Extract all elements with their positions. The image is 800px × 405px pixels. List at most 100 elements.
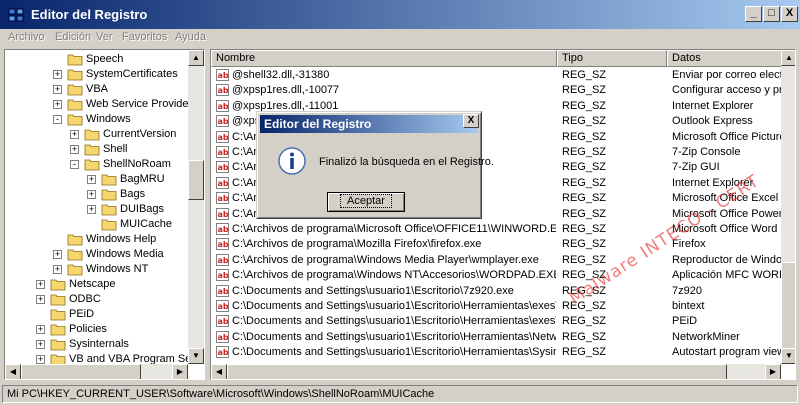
accept-button[interactable]: Aceptar [327, 192, 405, 212]
expand-icon[interactable]: + [53, 70, 62, 79]
scroll-left-arrow-icon[interactable]: ◀ [5, 364, 21, 379]
tree-item[interactable]: + Policies [5, 322, 188, 337]
title-bar[interactable]: Editor del Registro _ □ X [0, 0, 800, 29]
tree-item[interactable]: + DUIBags [5, 202, 188, 217]
value-row[interactable]: ab C:\Documents and Settings\usuario1\Esc… [211, 284, 783, 299]
minimize-button[interactable]: _ [745, 6, 762, 22]
tree-scroll-thumb[interactable] [188, 160, 204, 200]
tree-item-label: CurrentVersion [103, 128, 177, 140]
tree-item[interactable]: MUICache [5, 217, 188, 232]
expand-icon[interactable]: + [87, 190, 96, 199]
expand-icon[interactable]: + [36, 295, 45, 304]
folder-icon [50, 309, 66, 321]
expand-icon[interactable]: + [87, 175, 96, 184]
value-name: C:\Documents and Settings\usuario1\Escri… [232, 300, 556, 312]
expand-icon[interactable]: + [36, 280, 45, 289]
list-scroll-left-arrow-icon[interactable]: ◀ [211, 364, 227, 379]
tree-horizontal-scrollbar[interactable]: ◀ ▶ [5, 364, 188, 379]
tree-item[interactable]: + Shell [5, 142, 188, 157]
scroll-up-arrow-icon[interactable]: ▲ [188, 50, 204, 66]
status-bar-path: Mi PC\HKEY_CURRENT_USER\Software\Microso… [2, 385, 798, 403]
tree-item[interactable]: + Web Service Providers [5, 97, 198, 112]
tree-hscroll-thumb[interactable] [21, 364, 141, 379]
value-row[interactable]: ab C:\Archivos de programa\Mozilla Firefo… [211, 237, 783, 252]
value-data: 7-Zip GUI [672, 161, 720, 174]
value-name: C:\Archivos de programa\Mozilla Firefox\… [232, 238, 482, 251]
dialog-title-bar[interactable]: Editor del Registro [260, 115, 478, 133]
tree-item-label: Netscape [69, 278, 116, 290]
tree-item[interactable]: + Sysinternals [5, 337, 188, 352]
tree-item[interactable]: PEiD [5, 307, 188, 322]
string-value-icon: ab [216, 238, 229, 251]
tree-item[interactable]: + VBA [5, 82, 188, 97]
tree-item[interactable]: - ShellNoRoam [5, 157, 188, 172]
folder-icon [84, 129, 100, 141]
list-horizontal-scrollbar[interactable]: ◀ ▶ [211, 364, 781, 379]
list-scroll-down-arrow-icon[interactable]: ▼ [781, 348, 795, 364]
tree-item[interactable]: + Bags [5, 187, 188, 202]
scroll-down-arrow-icon[interactable]: ▼ [188, 348, 204, 364]
string-value-icon: ab [216, 315, 229, 328]
menu-favoritos[interactable]: Favoritos [122, 31, 167, 43]
tree-item[interactable]: + Windows NT [5, 262, 188, 277]
expand-icon[interactable]: + [53, 100, 62, 109]
column-header-datos[interactable]: Datos [667, 50, 783, 67]
list-scroll-right-arrow-icon[interactable]: ▶ [765, 364, 781, 379]
collapse-icon[interactable]: - [70, 160, 79, 169]
value-row[interactable]: ab C:\Archivos de programa\Windows Media … [211, 253, 784, 268]
value-row[interactable]: ab C:\Documents and Settings\usuario1\Esc… [211, 299, 783, 314]
menu-edicion[interactable]: Edición [55, 31, 91, 43]
menu-bar: Archivo Edición Ver Favoritos Ayuda [0, 29, 800, 47]
expand-icon[interactable]: + [36, 325, 45, 334]
tree-item[interactable]: Windows Help [5, 232, 188, 247]
menu-ayuda[interactable]: Ayuda [175, 31, 206, 43]
dialog-close-button[interactable]: X [463, 114, 479, 128]
value-name: C:\Archivos de programa\Microsoft Office… [232, 223, 556, 235]
tree-item[interactable]: - Windows [5, 112, 188, 127]
tree-item[interactable]: + ODBC [5, 292, 188, 307]
value-row[interactable]: ab @xpsp1res.dll,-10077 REG_SZ Configurar a… [211, 83, 784, 98]
column-header-nombre[interactable]: Nombre [211, 50, 557, 67]
expand-icon[interactable]: + [36, 340, 45, 349]
expand-icon[interactable]: + [70, 130, 79, 139]
list-scroll-up-arrow-icon[interactable]: ▲ [781, 50, 795, 66]
tree-item[interactable]: Speech [5, 52, 188, 67]
tree-item[interactable]: + BagMRU [5, 172, 188, 187]
key-tree[interactable]: Speech + SystemCertificates + VBA + Web Servic… [4, 49, 205, 380]
menu-ver[interactable]: Ver [96, 31, 113, 43]
expand-icon[interactable]: + [53, 250, 62, 259]
value-row[interactable]: ab C:\Documents and Settings\usuario1\Esc… [211, 330, 783, 345]
tree-item-label: Bags [120, 188, 146, 200]
expand-icon[interactable]: + [53, 265, 62, 274]
value-name: C:\Archivos de programa\Windows Media Pl… [232, 253, 539, 266]
tree-item-label: BagMRU [120, 173, 165, 185]
list-vertical-scrollbar[interactable]: ▲ ▼ [781, 50, 795, 364]
svg-text:ab: ab [218, 148, 229, 157]
svg-text:ab: ab [218, 348, 229, 357]
tree-item[interactable]: + CurrentVersion [5, 127, 188, 142]
list-hscroll-thumb[interactable] [227, 364, 727, 379]
tree-item[interactable]: + Netscape [5, 277, 188, 292]
expand-icon[interactable]: + [70, 145, 79, 154]
tree-vertical-scrollbar[interactable]: ▲ ▼ [188, 50, 204, 364]
list-scroll-thumb[interactable] [781, 262, 795, 352]
maximize-button[interactable]: □ [763, 6, 780, 22]
close-button[interactable]: X [781, 6, 798, 22]
tree-item[interactable]: + SystemCertificates [5, 67, 188, 82]
tree-item[interactable]: + Windows Media [5, 247, 188, 262]
svg-text:ab: ab [218, 317, 229, 326]
value-row[interactable]: ab C:\Archivos de programa\Windows NT\Acc… [211, 268, 784, 283]
column-header-tipo[interactable]: Tipo [557, 50, 667, 67]
scroll-right-arrow-icon[interactable]: ▶ [172, 364, 188, 379]
expand-icon[interactable]: + [87, 205, 96, 214]
string-value-icon: ab [216, 115, 229, 128]
value-row[interactable]: ab C:\Documents and Settings\usuario1\Esc… [211, 314, 783, 329]
collapse-icon[interactable]: - [53, 115, 62, 124]
menu-archivo[interactable]: Archivo [8, 31, 45, 43]
value-row[interactable]: ab @shell32.dll,-31380 REG_SZ Enviar por co… [211, 68, 784, 83]
expand-icon[interactable]: + [53, 85, 62, 94]
value-type: REG_SZ [562, 69, 607, 81]
value-row[interactable]: ab C:\Documents and Settings\usuario1\Esc… [211, 345, 784, 360]
string-value-icon: ab [216, 84, 229, 97]
expand-icon[interactable]: + [36, 355, 45, 364]
